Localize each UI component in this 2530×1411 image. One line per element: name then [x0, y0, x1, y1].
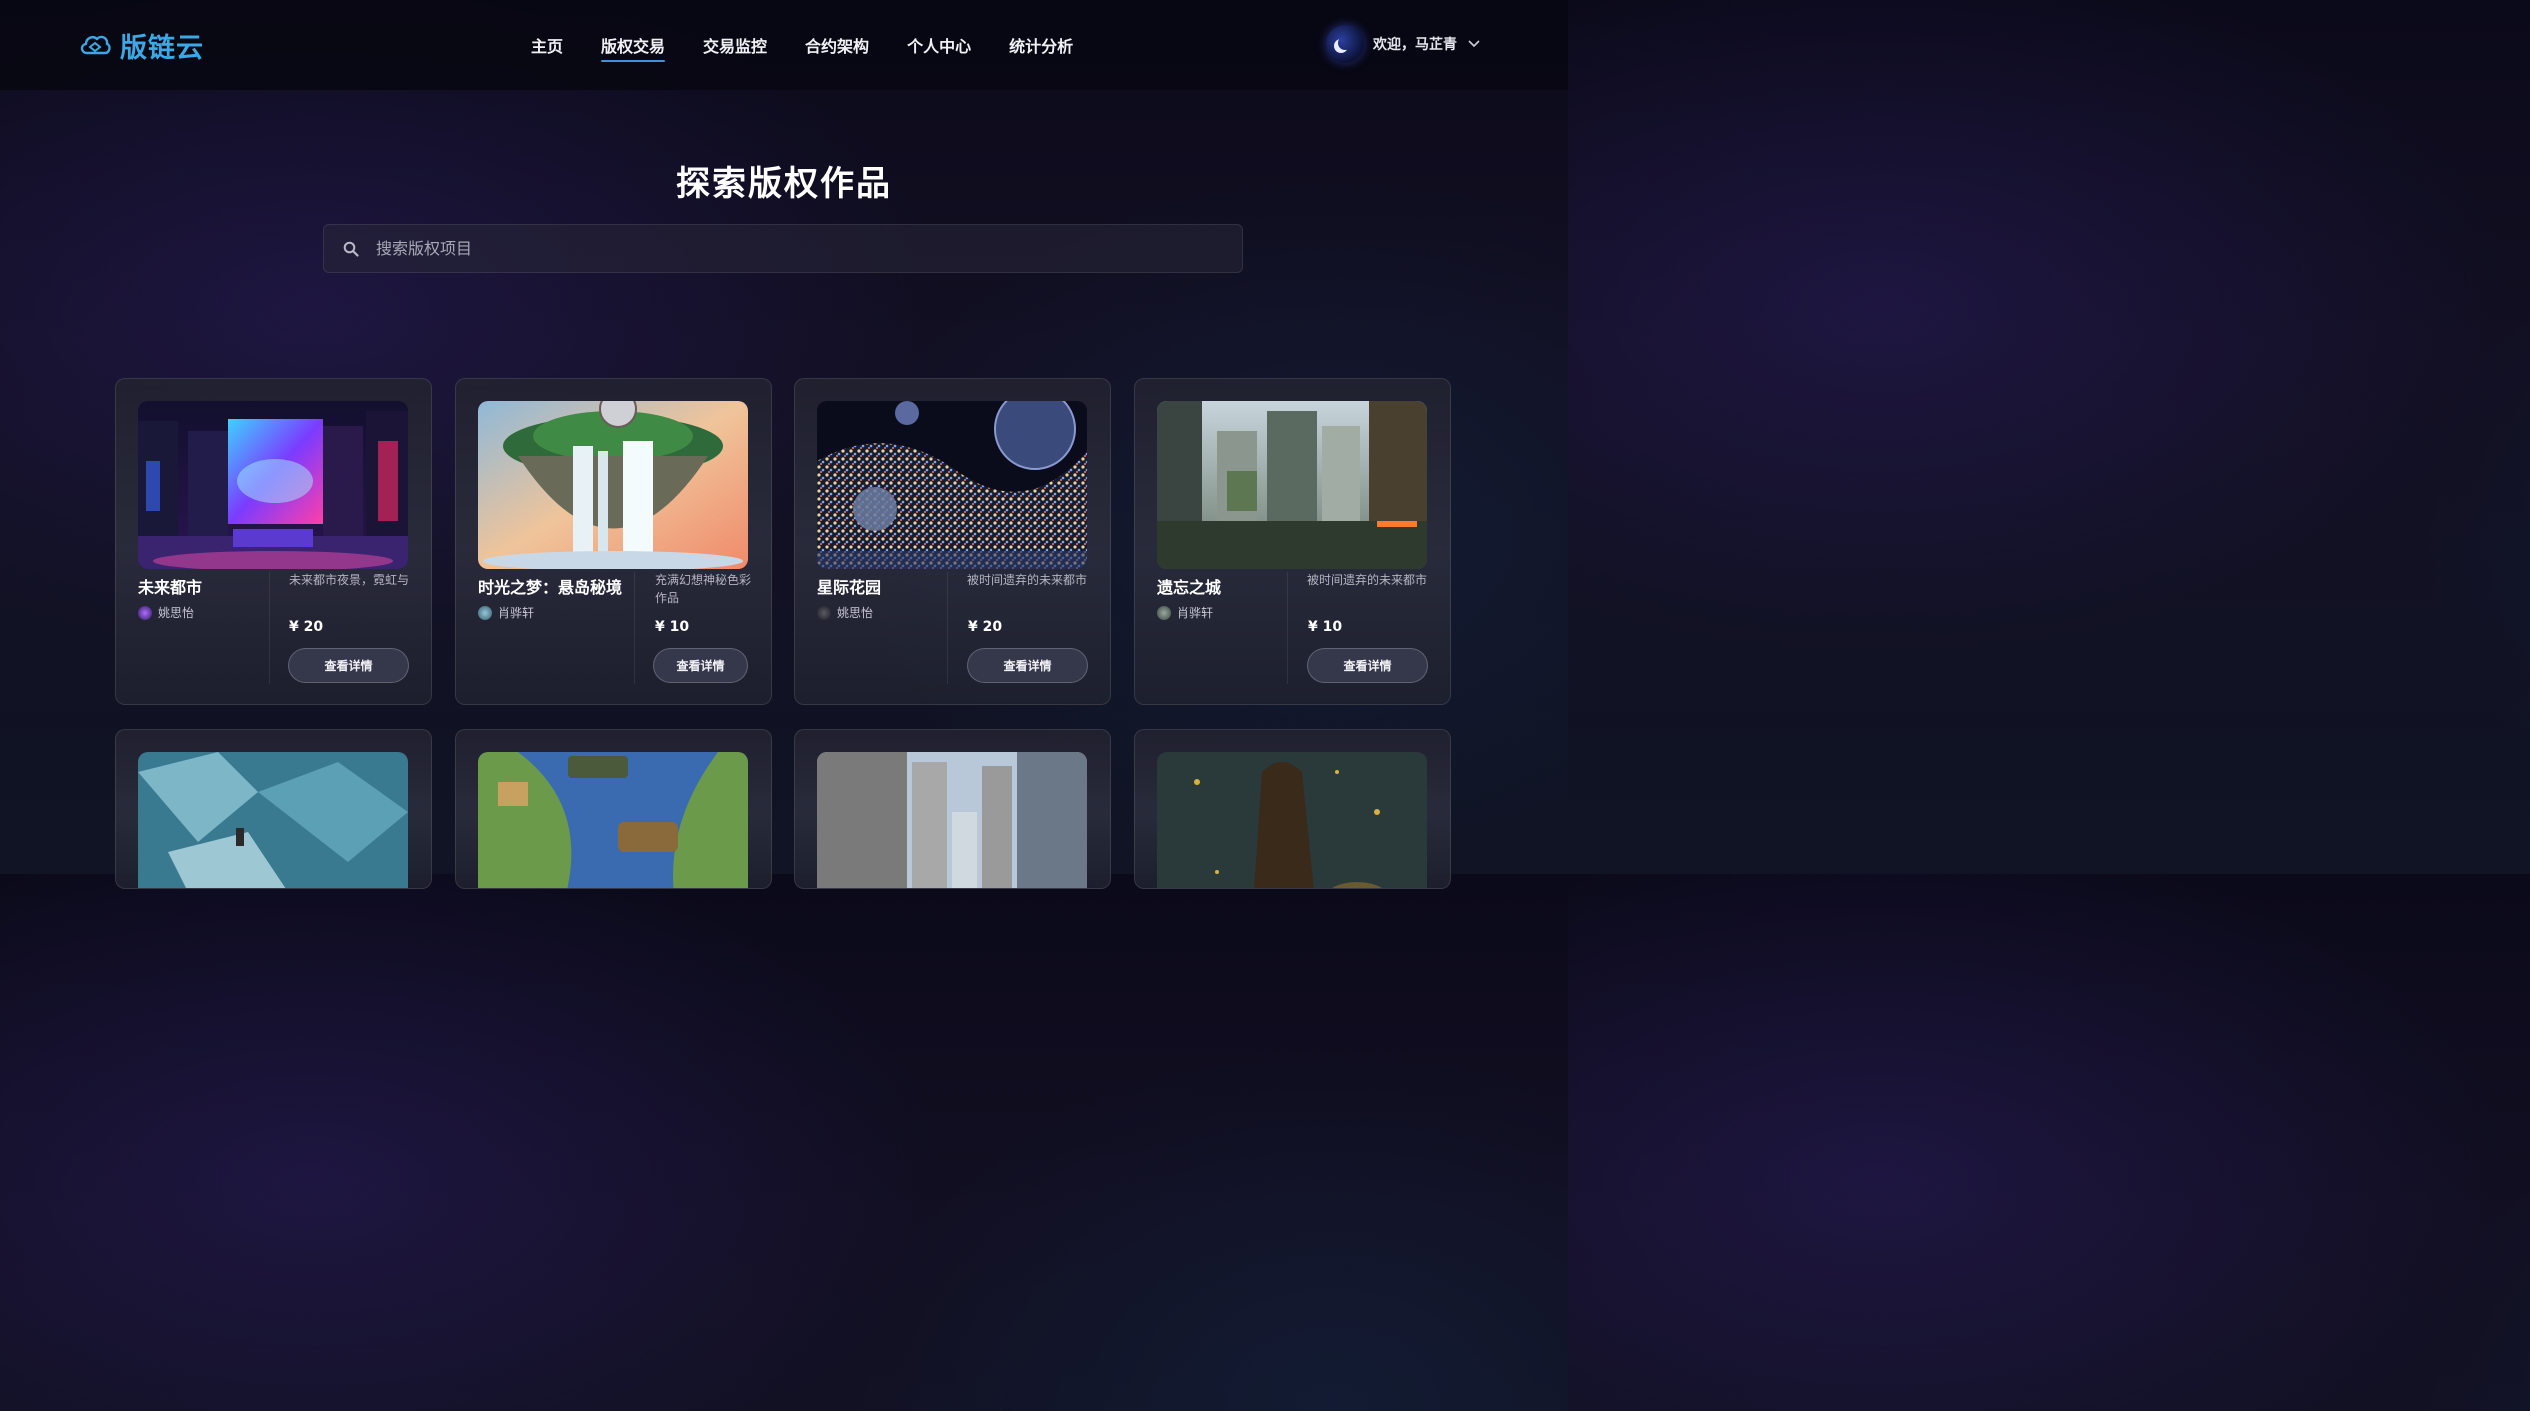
author-name: 姚思怡 — [158, 606, 195, 620]
artwork-image[interactable] — [138, 752, 408, 888]
card-divider — [947, 572, 948, 684]
author-avatar — [1157, 605, 1171, 620]
nav-personal-center[interactable]: 个人中心 — [907, 0, 971, 90]
nav-statistics[interactable]: 统计分析 — [1009, 0, 1073, 90]
search-bar[interactable] — [323, 224, 1243, 273]
artwork-card: 未来都市 姚思怡 未来都市夜景，霓虹与 ¥ 20 查看详情 — [115, 378, 432, 705]
artwork-card: 星际花园 姚思怡 被时间遗弃的未来都市 ¥ 20 查看详情 — [794, 378, 1111, 705]
artwork-author: 肖骅轩 — [1157, 604, 1213, 621]
artwork-title: 星际花园 — [817, 578, 882, 597]
author-name: 姚思怡 — [837, 606, 874, 620]
artwork-description: 充满幻想神秘色彩作品 — [655, 573, 752, 605]
artwork-image[interactable] — [478, 401, 748, 569]
artwork-card: 时光之梦：悬岛秘境 肖骅轩 充满幻想神秘色彩作品 ¥ 10 查看详情 — [455, 378, 772, 705]
artwork-title: 时光之梦：悬岛秘境 — [478, 578, 623, 597]
artwork-card — [115, 729, 432, 889]
artwork-price: ¥ 20 — [968, 619, 1003, 635]
artwork-card — [1134, 729, 1451, 889]
view-details-button[interactable]: 查看详情 — [288, 648, 409, 683]
artwork-description: 被时间遗弃的未来都市 — [967, 573, 1088, 587]
card-divider — [1287, 572, 1288, 684]
author-name: 肖骅轩 — [1177, 606, 1214, 620]
author-avatar — [817, 605, 831, 620]
artwork-title: 未来都市 — [138, 578, 203, 597]
logo-text: 版链云 — [120, 33, 204, 64]
artwork-image[interactable] — [1157, 752, 1427, 888]
search-icon — [343, 241, 359, 257]
artwork-author: 姚思怡 — [817, 604, 873, 621]
nav-copyright-trade[interactable]: 版权交易 — [601, 0, 666, 90]
view-details-button[interactable]: 查看详情 — [653, 648, 748, 683]
user-avatar[interactable] — [1326, 25, 1364, 63]
artwork-author: 肖骅轩 — [478, 604, 534, 621]
artwork-description: 未来都市夜景，霓虹与 — [289, 573, 410, 587]
author-avatar — [478, 605, 492, 620]
main-nav: 主页 版权交易 交易监控 合约架构 个人中心 统计分析 — [512, 0, 1092, 90]
author-avatar — [138, 605, 152, 620]
top-navbar: 版链云 主页 版权交易 交易监控 合约架构 个人中心 统计分析 欢迎，马芷青 — [0, 0, 1568, 90]
artwork-image[interactable] — [138, 401, 408, 569]
artwork-price: ¥ 10 — [1308, 619, 1343, 635]
card-divider — [634, 572, 635, 684]
view-details-button[interactable]: 查看详情 — [967, 648, 1088, 683]
artwork-image[interactable] — [478, 752, 748, 888]
author-name: 肖骅轩 — [498, 606, 535, 620]
welcome-text: 欢迎，马芷青 — [1373, 37, 1457, 53]
artwork-image[interactable] — [1157, 401, 1427, 569]
artwork-description: 被时间遗弃的未来都市 — [1307, 573, 1428, 587]
search-input[interactable] — [376, 225, 1226, 272]
nav-contract-architecture[interactable]: 合约架构 — [805, 0, 869, 90]
artwork-card: 遗忘之城 肖骅轩 被时间遗弃的未来都市 ¥ 10 查看详情 — [1134, 378, 1451, 705]
artwork-title: 遗忘之城 — [1157, 578, 1222, 597]
card-divider — [269, 572, 270, 684]
artwork-image[interactable] — [817, 401, 1087, 569]
artwork-price: ¥ 10 — [655, 619, 690, 635]
logo-cloud-icon — [78, 29, 112, 63]
artwork-price: ¥ 20 — [289, 619, 324, 635]
artwork-card — [455, 729, 772, 889]
view-details-button[interactable]: 查看详情 — [1307, 648, 1428, 683]
artwork-image[interactable] — [817, 752, 1087, 888]
nav-home[interactable]: 主页 — [531, 0, 563, 90]
page-title: 探索版权作品 — [676, 164, 892, 204]
chevron-down-icon[interactable] — [1468, 36, 1480, 52]
nav-trade-monitor[interactable]: 交易监控 — [703, 0, 767, 90]
artwork-card — [794, 729, 1111, 889]
artwork-author: 姚思怡 — [138, 604, 194, 621]
user-menu[interactable]: 欢迎，马芷青 — [1326, 25, 1480, 63]
logo[interactable]: 版链云 — [78, 26, 204, 65]
